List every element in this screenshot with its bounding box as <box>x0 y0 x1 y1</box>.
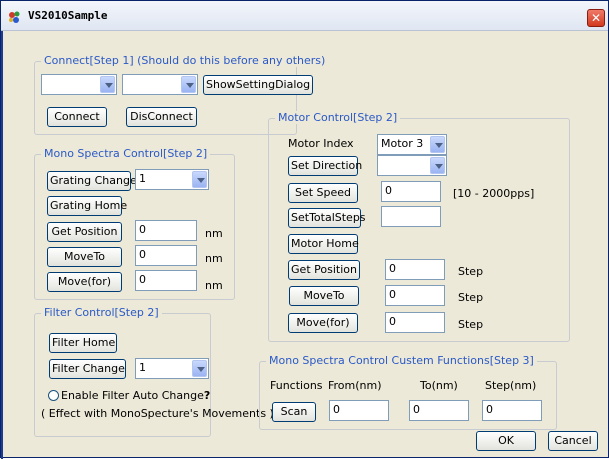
set-total-steps-button[interactable]: SetTotalSteps <box>288 208 366 228</box>
direction-select[interactable] <box>377 155 447 176</box>
mono-movefor-field[interactable]: 0 <box>135 270 197 291</box>
scan-step-field[interactable]: 0 <box>482 400 542 421</box>
speed-field[interactable]: 0 <box>381 181 441 202</box>
title-bar[interactable]: VS2010Sample ✕ <box>1 1 608 31</box>
mono-unit-1: nm <box>205 227 223 240</box>
mono-unit-3: nm <box>205 279 223 292</box>
motor-position-field[interactable]: 0 <box>385 259 445 280</box>
chevron-down-icon <box>430 157 445 174</box>
scan-button[interactable]: Scan <box>272 402 316 422</box>
motor-moveto-field[interactable]: 0 <box>385 285 445 306</box>
to-label: To(nm) <box>420 379 458 392</box>
mono-movefor-button[interactable]: Move(for) <box>47 272 122 292</box>
motor-unit-3: Step <box>458 318 484 331</box>
motor-legend: Motor Control[Step 2] <box>275 111 401 124</box>
filter-auto-question: ? <box>203 389 211 402</box>
set-speed-button[interactable]: Set Speed <box>288 183 358 203</box>
mono-unit-2: nm <box>205 252 223 265</box>
motor-movefor-field[interactable]: 0 <box>385 312 445 333</box>
close-button[interactable]: ✕ <box>587 9 605 27</box>
motor-home-button[interactable]: Motor Home <box>288 234 359 254</box>
motor-index-value: Motor 3 <box>381 137 424 150</box>
functions-label: Functions <box>270 379 323 392</box>
motor-movefor-button[interactable]: Move(for) <box>288 313 358 333</box>
motor-get-position-button[interactable]: Get Position <box>288 260 360 280</box>
speed-range: [10 - 2000pps] <box>453 187 535 200</box>
scan-from-field[interactable]: 0 <box>329 400 389 421</box>
motor-moveto-button[interactable]: MoveTo <box>289 286 359 306</box>
connect-legend: Connect[Step 1] (Should do this before a… <box>41 54 329 67</box>
mono-moveto-field[interactable]: 0 <box>135 245 197 266</box>
dialog-window: VS2010Sample ✕ Connect[Step 1] (Should d… <box>0 0 609 459</box>
radio-icon[interactable] <box>48 390 59 401</box>
grating-value: 1 <box>139 172 146 185</box>
motor-index-label: Motor Index <box>288 137 354 150</box>
chevron-down-icon <box>192 360 207 377</box>
window-left-border <box>1 31 3 459</box>
filter-note: ( Effect with MonoSpecture's Movements ) <box>41 407 274 420</box>
filter-auto-text: Enable Filter Auto Change <box>61 389 204 402</box>
chevron-down-icon <box>100 76 115 93</box>
total-steps-field[interactable] <box>381 206 441 227</box>
filter-home-button[interactable]: Filter Home <box>49 333 117 353</box>
grating-change-button[interactable]: Grating Change <box>47 171 137 191</box>
window-title: VS2010Sample <box>28 9 108 22</box>
scan-to-field[interactable]: 0 <box>409 400 469 421</box>
custom-legend: Mono Spectra Control Custem Functions[St… <box>266 354 537 367</box>
filter-auto-label[interactable]: Enable Filter Auto Change? <box>61 389 210 402</box>
ok-button[interactable]: OK <box>476 431 536 451</box>
cancel-button[interactable]: Cancel <box>548 431 598 451</box>
filter-change-button[interactable]: Filter Change <box>49 359 126 379</box>
app-icon <box>7 9 23 25</box>
mono-legend: Mono Spectra Control[Step 2] <box>41 147 211 160</box>
mono-moveto-button[interactable]: MoveTo <box>47 247 122 267</box>
filter-value: 1 <box>139 361 146 374</box>
motor-unit-1: Step <box>458 265 484 278</box>
port-select[interactable] <box>41 74 117 95</box>
show-setting-dialog-button[interactable]: ShowSettingDialog <box>203 75 313 95</box>
motor-unit-2: Step <box>458 291 484 304</box>
from-label: From(nm) <box>328 379 382 392</box>
chevron-down-icon <box>181 76 196 93</box>
close-icon: ✕ <box>590 11 602 25</box>
set-direction-button[interactable]: Set Direction <box>288 156 362 176</box>
mono-position-field[interactable]: 0 <box>135 220 197 241</box>
grating-home-button[interactable]: Grating Home <box>47 196 127 216</box>
grating-select[interactable]: 1 <box>135 169 209 190</box>
connect-button[interactable]: Connect <box>47 107 107 127</box>
baud-select[interactable] <box>122 74 198 95</box>
motor-index-select[interactable]: Motor 3 <box>377 134 447 155</box>
step-label: Step(nm) <box>485 379 537 392</box>
chevron-down-icon <box>192 171 207 188</box>
filter-legend: Filter Control[Step 2] <box>41 306 162 319</box>
disconnect-button[interactable]: DisConnect <box>126 107 197 127</box>
chevron-down-icon <box>430 136 445 153</box>
mono-get-position-button[interactable]: Get Position <box>47 222 122 242</box>
filter-select[interactable]: 1 <box>135 358 209 379</box>
